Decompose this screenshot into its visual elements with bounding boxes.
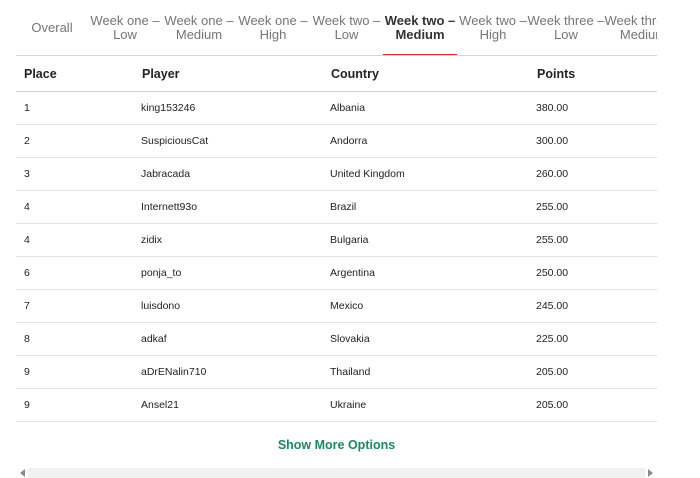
cell-points: 260.00: [536, 168, 569, 180]
cell-country: Brazil: [330, 201, 357, 213]
tab-3[interactable]: Week one – High: [236, 0, 310, 55]
cell-place: 6: [24, 267, 30, 279]
cell-place: 7: [24, 300, 30, 312]
scroll-left-arrow-icon[interactable]: [20, 469, 25, 477]
tab-label-line2: High: [479, 26, 507, 42]
cell-player: Jabracada: [141, 168, 191, 180]
cell-points: 205.00: [536, 399, 569, 411]
header-country: Country: [331, 66, 379, 81]
table-row: 9 Ansel21 Ukraine 205.00: [16, 389, 657, 422]
scrollbar-track[interactable]: [28, 468, 645, 478]
cell-points: 255.00: [536, 234, 569, 246]
header-points: Points: [537, 66, 576, 81]
cell-place: 9: [24, 399, 30, 411]
tab-label-line1: Week three –: [527, 12, 605, 28]
cell-points: 300.00: [536, 135, 569, 147]
cell-player: luisdono: [141, 300, 181, 312]
cell-place: 8: [24, 333, 30, 345]
cell-place: 2: [24, 135, 30, 147]
cell-country: Mexico: [330, 300, 364, 312]
cell-country: Bulgaria: [330, 234, 369, 246]
tab-7[interactable]: Week three – Low: [527, 0, 605, 55]
tab-label-line2: Low: [113, 26, 137, 42]
cell-place: 3: [24, 168, 30, 180]
cell-points: 255.00: [536, 201, 569, 213]
tab-label-line1: Week one –: [90, 12, 160, 28]
cell-points: 250.00: [536, 267, 569, 279]
leaderboard-tabs: Overall Week one – Low Week one – Medium Week…: [16, 0, 657, 56]
tab-label-line1: Week two –: [459, 12, 527, 28]
tab-bar: Overall Week one – Low Week one – Medium Week…: [16, 0, 657, 55]
cell-country: Albania: [330, 102, 366, 114]
cell-country: United Kingdom: [330, 168, 405, 180]
tab-1[interactable]: Week one – Low: [88, 0, 162, 55]
cell-player: adkaf: [141, 333, 167, 345]
cell-player: zidix: [141, 234, 163, 246]
horizontal-scrollbar[interactable]: [16, 468, 657, 478]
tab-label-line1: Week two –: [312, 12, 381, 28]
tab-2[interactable]: Week one – Medium: [162, 0, 236, 55]
tab-label-line2: Low: [334, 26, 359, 42]
cell-points: 225.00: [536, 333, 569, 345]
header-player: Player: [142, 66, 180, 81]
show-more-button[interactable]: Show More Options: [16, 430, 657, 460]
cell-player: SuspiciousCat: [141, 135, 209, 147]
table-row: 9 aDrENalin710 Thailand 205.00: [16, 356, 657, 389]
cell-place: 9: [24, 366, 30, 378]
tab-label-line2: Medium: [619, 26, 657, 42]
cell-country: Andorra: [330, 135, 368, 147]
table-row: 4 Internett93o Brazil 255.00: [16, 191, 657, 224]
cell-player: ponja_to: [141, 267, 182, 279]
table-body: 1 king153246 Albania 380.00 2 SuspiciousCat An…: [16, 92, 657, 422]
cell-points: 205.00: [536, 366, 569, 378]
cell-place: 1: [24, 102, 30, 114]
cell-points: 380.00: [536, 102, 569, 114]
header-place: Place: [24, 66, 57, 81]
table-row: 4 zidix Bulgaria 255.00: [16, 224, 657, 257]
tab-4[interactable]: Week two – Low: [310, 0, 383, 55]
scroll-right-arrow-icon[interactable]: [648, 469, 653, 477]
tab-label-line1: Week two –: [384, 12, 456, 28]
cell-points: 245.00: [536, 300, 569, 312]
tab-label-line2: Medium: [395, 26, 445, 42]
tab-5[interactable]: Week two – Medium: [383, 0, 457, 55]
leaderboard-table: Place Player Country Points 1 king153246 A…: [16, 56, 657, 422]
tab-label-line1: Week three –: [604, 12, 657, 28]
cell-place: 4: [24, 234, 30, 246]
cell-place: 4: [24, 201, 30, 213]
tab-6[interactable]: Week two – High: [457, 0, 529, 55]
tab-label-line1: Week one –: [164, 12, 234, 28]
table-row: 6 ponja_to Argentina 250.00: [16, 257, 657, 290]
table-row: 7 luisdono Mexico 245.00: [16, 290, 657, 323]
table-row: 3 Jabracada United Kingdom 260.00: [16, 158, 657, 191]
tab-label-line2: Low: [554, 26, 578, 42]
table-row: 8 adkaf Slovakia 225.00: [16, 323, 657, 356]
tab-label-line2: Medium: [175, 26, 223, 42]
table-header: Place Player Country Points: [16, 56, 657, 92]
cell-country: Argentina: [330, 267, 375, 279]
tab-label-line2: High: [259, 26, 287, 42]
tab-0[interactable]: Overall: [16, 0, 88, 55]
table-row: 1 king153246 Albania 380.00: [16, 92, 657, 125]
cell-player: king153246: [141, 102, 196, 114]
table-row: 2 SuspiciousCat Andorra 300.00: [16, 125, 657, 158]
cell-player: Internett93o: [141, 201, 198, 213]
cell-player: aDrENalin710: [141, 366, 207, 378]
tab-label-line1: Overall: [31, 19, 73, 35]
cell-country: Thailand: [330, 366, 371, 378]
cell-country: Ukraine: [330, 399, 367, 411]
tab-label-line1: Week one –: [238, 12, 308, 28]
tab-8[interactable]: Week three –Medium: [603, 0, 657, 55]
cell-player: Ansel21: [141, 399, 179, 411]
cell-country: Slovakia: [330, 333, 370, 345]
